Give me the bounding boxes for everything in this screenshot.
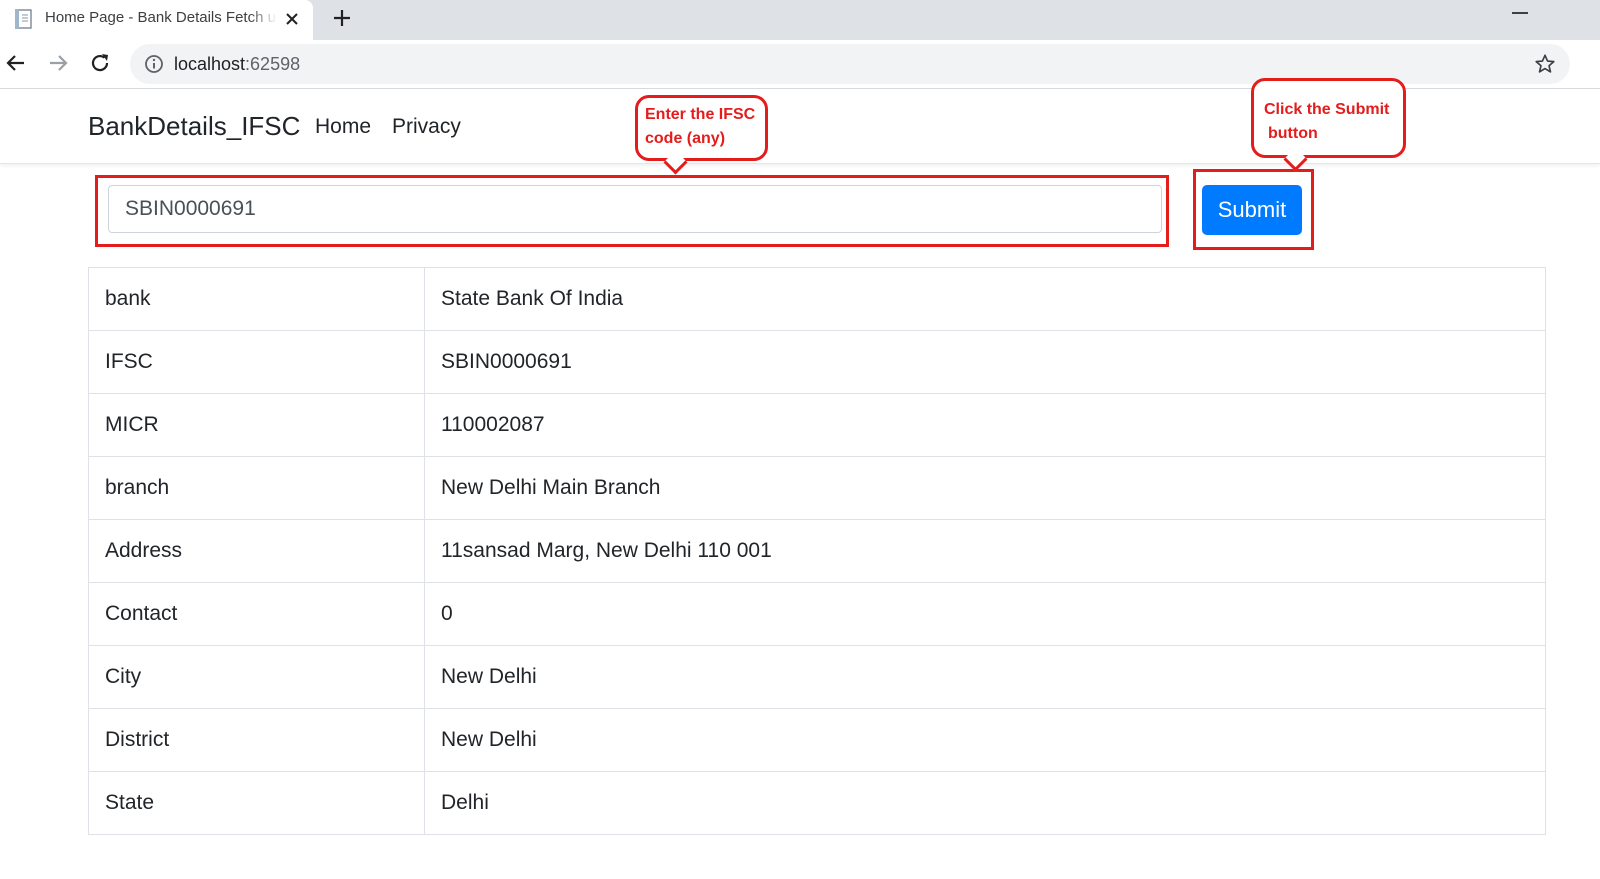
callout-line: Enter the IFSC: [645, 106, 756, 123]
table-row: Address 11sansad Marg, New Delhi 110 001: [88, 519, 1546, 583]
bank-details-table: bank State Bank Of India IFSC SBIN0000691 MI…: [88, 267, 1546, 835]
forward-arrow-icon[interactable]: [46, 51, 70, 75]
field-name-cell: IFSC: [88, 330, 425, 394]
table-row: branch New Delhi Main Branch: [88, 456, 1546, 520]
table-row: State Delhi: [88, 771, 1546, 835]
field-name-cell: MICR: [88, 393, 425, 457]
submit-instruction-callout: Click the Submit button: [1251, 78, 1406, 158]
input-highlight-frame: [95, 175, 1169, 247]
back-arrow-icon[interactable]: [4, 51, 28, 75]
navbar-brand[interactable]: BankDetails_IFSC: [88, 111, 300, 142]
field-name-cell: bank: [88, 267, 425, 331]
bookmark-star-icon[interactable]: [1534, 53, 1556, 75]
field-value-cell: 11sansad Marg, New Delhi 110 001: [424, 519, 1546, 583]
field-name-cell: Contact: [88, 582, 425, 646]
nav-link-home[interactable]: Home: [315, 115, 371, 139]
field-name-cell: City: [88, 645, 425, 709]
field-name-cell: Address: [88, 519, 425, 583]
nav-link-privacy[interactable]: Privacy: [392, 115, 461, 139]
table-row: bank State Bank Of India: [88, 267, 1546, 331]
close-tab-icon[interactable]: [282, 9, 302, 29]
callout-line: Click the Submit: [1264, 101, 1390, 118]
url-text: localhost:62598: [174, 54, 300, 75]
table-row: City New Delhi: [88, 645, 1546, 709]
ifsc-instruction-callout: Enter the IFSC code (any): [635, 95, 768, 161]
table-row: District New Delhi: [88, 708, 1546, 772]
field-name-cell: branch: [88, 456, 425, 520]
callout-line: button: [1268, 125, 1318, 142]
field-name-cell: District: [88, 708, 425, 772]
table-row: IFSC SBIN0000691: [88, 330, 1546, 394]
field-value-cell: 110002087: [424, 393, 1546, 457]
browser-tabstrip: Home Page - Bank Details Fetch using IFS…: [0, 0, 1600, 40]
page-favicon-icon: [15, 9, 32, 29]
minimize-window-icon[interactable]: [1512, 12, 1528, 14]
url-host: localhost: [174, 54, 246, 74]
new-tab-icon[interactable]: [331, 7, 353, 29]
url-port: :62598: [245, 54, 301, 74]
reload-icon[interactable]: [88, 51, 112, 75]
table-row: MICR 110002087: [88, 393, 1546, 457]
field-name-cell: State: [88, 771, 425, 835]
field-value-cell: 0: [424, 582, 1546, 646]
field-value-cell: New Delhi: [424, 708, 1546, 772]
field-value-cell: SBIN0000691: [424, 330, 1546, 394]
table-row: Contact 0: [88, 582, 1546, 646]
tab-title: Home Page - Bank Details Fetch using IFS…: [45, 9, 277, 26]
callout-line: code (any): [645, 130, 726, 147]
field-value-cell: New Delhi: [424, 645, 1546, 709]
site-info-icon[interactable]: [144, 54, 164, 74]
submit-highlight-frame: [1193, 169, 1314, 250]
field-value-cell: Delhi: [424, 771, 1546, 835]
field-value-cell: New Delhi Main Branch: [424, 456, 1546, 520]
field-value-cell: State Bank Of India: [424, 267, 1546, 331]
browser-tab[interactable]: Home Page - Bank Details Fetch using IFS…: [0, 0, 313, 40]
